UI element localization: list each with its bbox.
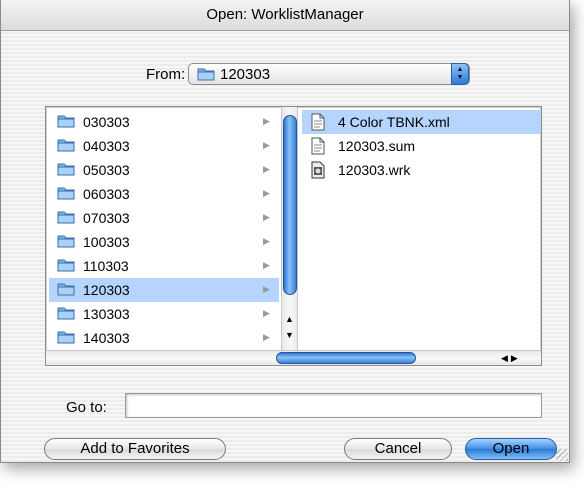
open-dialog: Open: WorklistManager From: 120303 ▲ ▼ 03…: [0, 0, 570, 463]
folder-icon: [57, 114, 75, 133]
file-item[interactable]: 120303.sum: [302, 134, 541, 160]
folder-item[interactable]: 100303 ▶: [49, 230, 279, 254]
disclosure-triangle-icon: ▶: [263, 164, 270, 174]
horizontal-scroll-arrows-icon[interactable]: ◀▶: [501, 351, 521, 365]
horizontal-scrollbar[interactable]: ◀▶: [46, 350, 541, 365]
file-browser: 030303 ▶ 040303 ▶ 050303 ▶ 060303 ▶ 070303 ▶ 10030…: [45, 106, 542, 366]
disclosure-triangle-icon: ▶: [263, 236, 270, 246]
folder-item[interactable]: 070303 ▶: [49, 206, 279, 230]
file-label: 4 Color TBNK.xml: [338, 114, 450, 130]
goto-label: Go to:: [66, 399, 107, 416]
window-title: Open: WorklistManager: [1, 0, 569, 31]
folder-icon: [57, 306, 75, 325]
file-label: 120303.wrk: [338, 162, 411, 178]
vertical-scrollbar[interactable]: ▲ ▼: [281, 107, 298, 351]
disclosure-triangle-icon: ▶: [263, 260, 270, 270]
folder-icon: [57, 234, 75, 253]
folder-label: 100303: [83, 234, 130, 250]
folder-item[interactable]: 130303 ▶: [49, 302, 279, 326]
folder-item[interactable]: 030303 ▶: [49, 110, 279, 134]
cancel-button[interactable]: Cancel: [344, 438, 452, 460]
folder-icon: [57, 210, 75, 229]
disclosure-triangle-icon: ▶: [263, 284, 270, 294]
disclosure-triangle-icon: ▶: [263, 188, 270, 198]
folder-icon: [57, 186, 75, 205]
folder-item[interactable]: 040303 ▶: [49, 134, 279, 158]
disclosure-triangle-icon: ▶: [263, 140, 270, 150]
goto-field[interactable]: [125, 393, 542, 418]
horizontal-scroll-thumb[interactable]: [276, 352, 416, 364]
folder-item[interactable]: 120303 ▶: [49, 278, 279, 302]
file-item[interactable]: 4 Color TBNK.xml: [302, 110, 541, 136]
folder-label: 030303: [83, 114, 130, 130]
disclosure-triangle-icon: ▶: [263, 332, 270, 342]
file-item[interactable]: 120303.wrk: [302, 158, 541, 184]
folder-label: 070303: [83, 210, 130, 226]
folder-item[interactable]: 060303 ▶: [49, 182, 279, 206]
from-popup-value: 120303: [220, 66, 271, 83]
folder-label: 130303: [83, 306, 130, 322]
disclosure-triangle-icon: ▶: [263, 308, 270, 318]
folder-column: 030303 ▶ 040303 ▶ 050303 ▶ 060303 ▶ 070303 ▶ 10030…: [49, 110, 279, 350]
folder-icon: [57, 330, 75, 349]
folder-icon: [57, 162, 75, 181]
disclosure-triangle-icon: ▶: [263, 116, 270, 126]
open-button[interactable]: Open: [465, 438, 557, 460]
document-icon: [310, 137, 326, 160]
app-document-icon: [310, 161, 326, 184]
folder-icon: [57, 138, 75, 157]
folder-icon: [57, 282, 75, 301]
from-label: From:: [146, 66, 186, 83]
folder-label: 050303: [83, 162, 130, 178]
resize-grip-icon[interactable]: [556, 449, 568, 461]
folder-icon: [197, 67, 215, 86]
scroll-arrows-icon[interactable]: ▲ ▼: [282, 311, 297, 343]
document-icon: [310, 113, 326, 136]
folder-item[interactable]: 140303 ▶: [49, 326, 279, 350]
folder-label: 040303: [83, 138, 130, 154]
file-column: 4 Color TBNK.xml 120303.sum 120303.wrk: [302, 110, 541, 350]
from-popup[interactable]: 120303 ▲ ▼: [188, 63, 470, 85]
vertical-scroll-thumb[interactable]: [283, 115, 297, 295]
folder-item[interactable]: 110303 ▶: [49, 254, 279, 278]
disclosure-triangle-icon: ▶: [263, 212, 270, 222]
folder-item[interactable]: 050303 ▶: [49, 158, 279, 182]
folder-icon: [57, 258, 75, 277]
folder-label: 140303: [83, 330, 130, 346]
folder-label: 060303: [83, 186, 130, 202]
popup-arrows-icon: ▲ ▼: [451, 63, 469, 85]
file-label: 120303.sum: [338, 138, 416, 154]
folder-label: 110303: [83, 258, 129, 274]
folder-label: 120303: [83, 282, 130, 298]
add-to-favorites-button[interactable]: Add to Favorites: [44, 438, 226, 460]
